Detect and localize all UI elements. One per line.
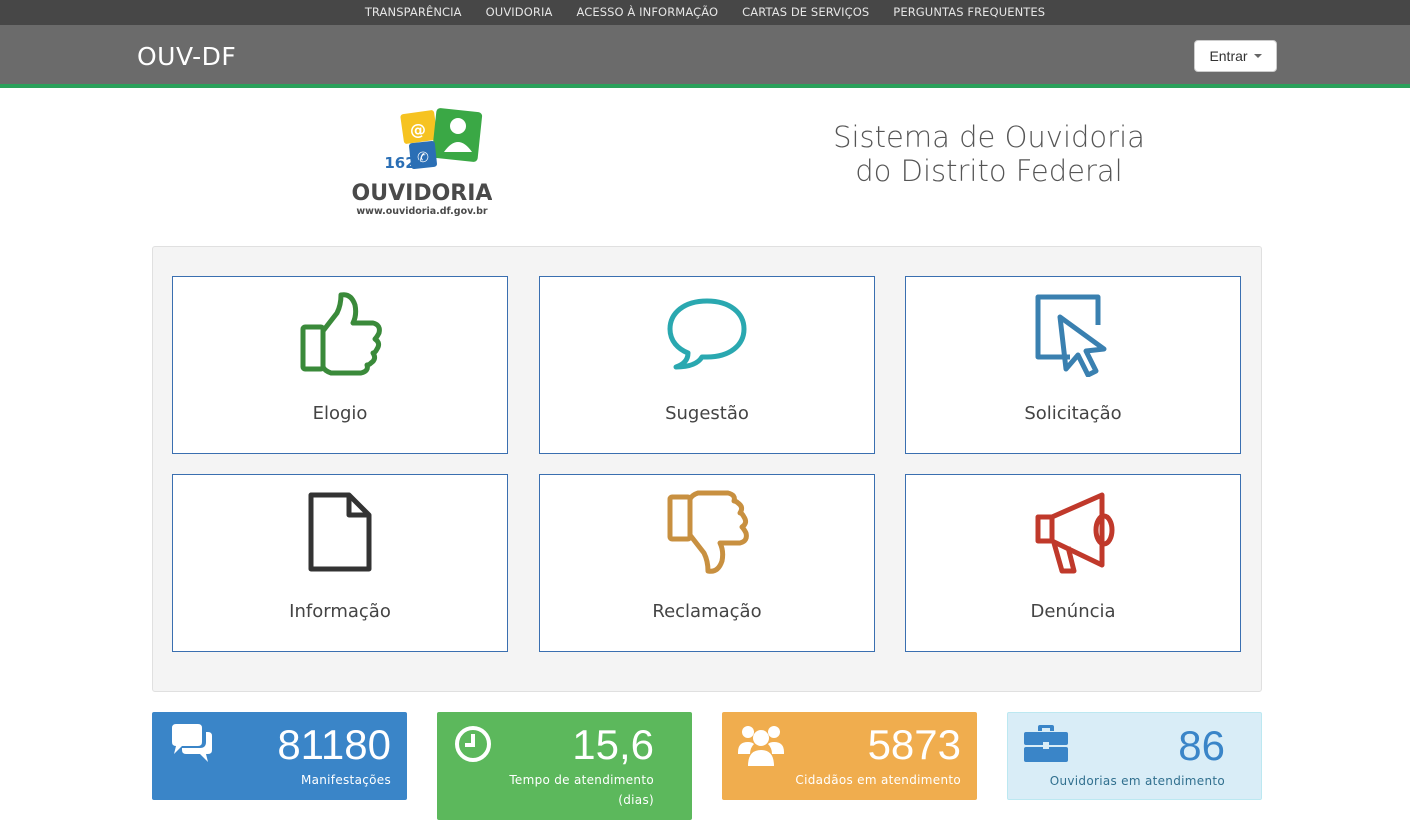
card-label: Sugestão	[665, 403, 749, 424]
svg-text:162: 162	[384, 154, 415, 172]
document-icon	[173, 487, 507, 577]
speech-bubble-icon	[540, 289, 874, 379]
manifestation-panel: Elogio Sugestão Solicitação Informação R…	[152, 246, 1262, 692]
megaphone-icon	[906, 487, 1240, 577]
chevron-down-icon	[1253, 54, 1262, 58]
svg-text:www.ouvidoria.df.gov.br: www.ouvidoria.df.gov.br	[356, 206, 488, 217]
topnav-link-cartas-servicos[interactable]: Cartas de Serviços	[730, 0, 881, 25]
svg-text:OUVIDORIA: OUVIDORIA	[352, 181, 492, 206]
card-label: Reclamação	[652, 601, 762, 622]
stat-value: 81180	[277, 721, 391, 768]
stat-tempo-atendimento: 15,6 Tempo de atendimento (dias)	[437, 712, 692, 820]
clock-icon	[453, 724, 493, 768]
stat-caption: Tempo de atendimento (dias)	[509, 773, 654, 807]
stat-caption: Ouvidorias em atendimento	[1049, 774, 1225, 788]
site-title-line2: do Distrito Federal	[855, 154, 1123, 188]
stat-cidadaos: 5873 Cidadãos em atendimento	[722, 712, 977, 800]
card-sugestao[interactable]: Sugestão	[539, 276, 875, 454]
login-dropdown-button[interactable]: Entrar	[1194, 40, 1277, 72]
site-title-line1: Sistema de Ouvidoria	[833, 120, 1145, 154]
svg-text:@: @	[410, 120, 426, 139]
stat-value: 5873	[867, 721, 961, 768]
card-solicitacao[interactable]: Solicitação	[905, 276, 1241, 454]
stat-caption: Manifestações	[300, 773, 391, 787]
pointer-icon	[906, 289, 1240, 379]
comments-icon	[168, 724, 214, 768]
stat-ouvidorias: 86 Ouvidorias em atendimento	[1007, 712, 1262, 800]
thumbs-down-icon	[540, 487, 874, 577]
stat-manifestacoes: 81180 Manifestações	[152, 712, 407, 800]
card-reclamacao[interactable]: Reclamação	[539, 474, 875, 652]
topnav-link-ouvidoria[interactable]: Ouvidoria	[474, 0, 565, 25]
card-label: Denúncia	[1030, 601, 1116, 622]
card-elogio[interactable]: Elogio	[172, 276, 508, 454]
card-denuncia[interactable]: Denúncia	[905, 474, 1241, 652]
login-label: Entrar	[1209, 48, 1248, 64]
thumbs-up-icon	[173, 289, 507, 379]
stat-value: 86	[1178, 722, 1225, 769]
brand-name[interactable]: OUV-DF	[137, 42, 236, 71]
top-utility-bar: Transparência Ouvidoria Acesso à Informa…	[0, 0, 1410, 25]
card-label: Solicitação	[1024, 403, 1122, 424]
card-label: Elogio	[312, 403, 368, 424]
site-header: OUV-DF Entrar	[0, 25, 1410, 88]
ouvidoria-logo-graphic: @ ✆ 162 OUVIDORIA www.ouvidoria.df.gov.b…	[352, 108, 492, 217]
site-title: Sistema de Ouvidoria do Distrito Federal	[830, 120, 1148, 188]
users-icon	[738, 724, 784, 772]
topnav-link-acesso-informacao[interactable]: Acesso à Informação	[564, 0, 730, 25]
svg-text:✆: ✆	[417, 150, 429, 166]
card-label: Informação	[289, 601, 391, 622]
stat-caption: Cidadãos em atendimento	[795, 773, 961, 787]
ouvidoria-logo[interactable]: @ ✆ 162 OUVIDORIA www.ouvidoria.df.gov.b…	[352, 108, 492, 220]
card-informacao[interactable]: Informação	[172, 474, 508, 652]
top-nav: Transparência Ouvidoria Acesso à Informa…	[0, 0, 1410, 25]
topnav-link-perguntas-frequentes[interactable]: Perguntas Frequentes	[881, 0, 1057, 25]
briefcase-icon	[1024, 725, 1068, 767]
stat-value: 15,6	[572, 721, 654, 768]
topnav-link-transparencia[interactable]: Transparência	[353, 0, 474, 25]
